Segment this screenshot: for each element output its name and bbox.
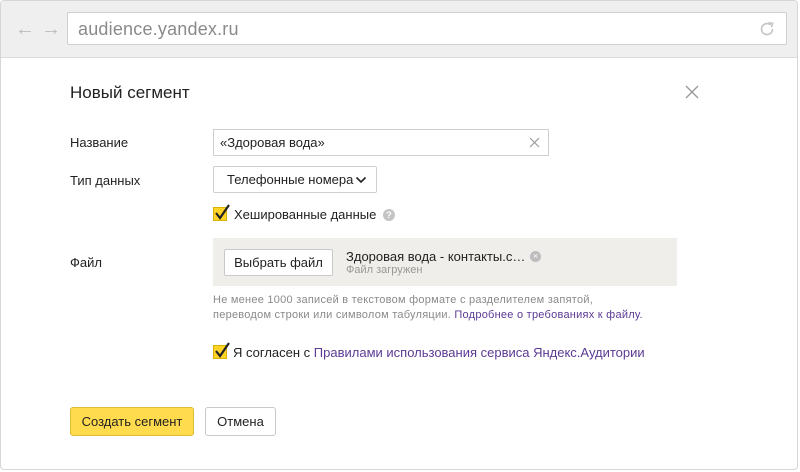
data-type-label: Тип данных [70,173,141,188]
reload-icon[interactable] [758,20,776,38]
address-bar[interactable]: audience.yandex.ru [67,12,787,45]
back-arrow-icon[interactable]: ← [14,18,36,40]
browser-window: ← → audience.yandex.ru [0,0,798,470]
terms-link[interactable]: Правилами использования сервиса Яндекс.А… [314,345,645,360]
segment-name-input[interactable]: «Здоровая вода» [213,129,549,156]
choose-file-button[interactable]: Выбрать файл [224,249,333,276]
agree-checkbox[interactable] [213,342,230,359]
forward-arrow-icon[interactable]: → [40,18,62,40]
close-icon[interactable] [683,83,701,101]
segment-name-value: «Здоровая вода» [220,135,325,150]
checkmark-icon [215,342,230,358]
data-type-value: Телефонные номера [227,172,354,187]
hashed-data-checkbox[interactable] [213,204,230,221]
help-icon[interactable]: ? [383,209,395,221]
file-label: Файл [70,255,102,270]
agree-label: Я согласен с Правилами использования сер… [233,345,645,360]
remove-file-icon[interactable]: × [530,251,541,262]
dialog-title: Новый сегмент [70,83,190,102]
requirements-link[interactable]: Подробнее о требованиях к файлу. [454,309,642,321]
url-text: audience.yandex.ru [78,19,239,39]
hashed-data-label: Хешированные данные [234,207,377,222]
file-status: Файл загружен [346,264,423,276]
cancel-button[interactable]: Отмена [205,407,276,436]
agree-prefix: Я согласен с [233,345,311,360]
clear-input-icon[interactable] [529,137,540,148]
file-upload-panel: Выбрать файл Здоровая вода - контакты.c…… [213,238,677,286]
create-segment-button[interactable]: Создать сегмент [70,407,194,436]
chevron-down-icon [355,176,367,184]
file-requirements-hint: Не менее 1000 записей в текстовом формат… [213,293,653,322]
browser-toolbar: ← → audience.yandex.ru [1,1,797,58]
data-type-select[interactable]: Телефонные номера [213,166,377,193]
uploaded-file-name: Здоровая вода - контакты.c… [346,249,526,264]
name-label: Название [70,135,129,150]
checkmark-icon [215,204,230,220]
